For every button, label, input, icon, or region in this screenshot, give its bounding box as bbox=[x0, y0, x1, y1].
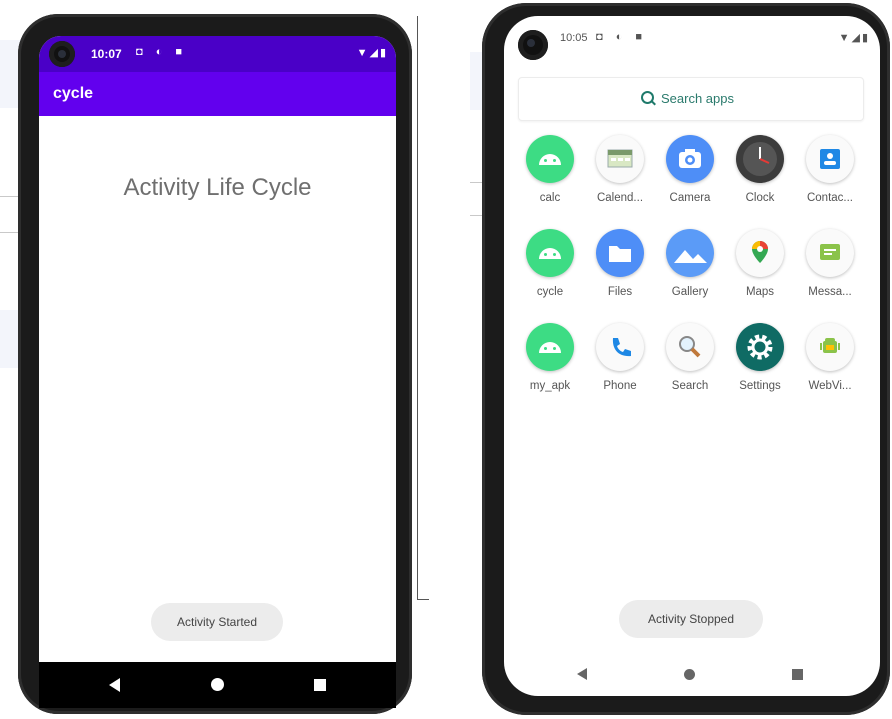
app-label: calc bbox=[539, 192, 561, 204]
toast-message: Activity Started bbox=[151, 603, 283, 641]
status-time: 10:05 bbox=[560, 32, 588, 44]
calendar-icon bbox=[596, 135, 644, 183]
app-calendar[interactable]: Calend... bbox=[587, 135, 653, 204]
maps-pin-icon bbox=[736, 229, 784, 277]
messages-icon bbox=[806, 229, 854, 277]
toast-message: Activity Stopped bbox=[619, 600, 763, 638]
app-label: WebVi... bbox=[808, 380, 852, 392]
app-clock[interactable]: Clock bbox=[727, 135, 793, 204]
app-label: Contac... bbox=[806, 192, 854, 204]
android-icon bbox=[526, 229, 574, 277]
app-webview[interactable]: WebVi... bbox=[797, 323, 863, 392]
home-icon[interactable] bbox=[211, 678, 224, 691]
left-phone-frame: 10:07 ◘ ◐ ■ ▼◢▮ cycle Activity Life Cycl… bbox=[18, 14, 412, 714]
gear-icon bbox=[736, 323, 784, 371]
app-messages[interactable]: Messa... bbox=[797, 229, 863, 298]
app-label: cycle bbox=[536, 286, 564, 298]
background-divider bbox=[417, 599, 429, 600]
app-label: Clock bbox=[745, 192, 775, 204]
app-files[interactable]: Files bbox=[587, 229, 653, 298]
magnifier-icon bbox=[666, 323, 714, 371]
app-label: Search bbox=[671, 380, 709, 392]
right-phone-screen: 10:05 ◘ ◐ ■ ▼◢▮ Search apps calc Calend.… bbox=[504, 16, 880, 696]
app-phone[interactable]: Phone bbox=[587, 323, 653, 392]
android-icon bbox=[526, 135, 574, 183]
app-label: Phone bbox=[603, 380, 637, 392]
wifi-signal-battery-icon: ▼◢▮ bbox=[356, 47, 388, 59]
background-divider bbox=[417, 16, 418, 600]
recents-icon[interactable] bbox=[792, 669, 803, 680]
app-gallery[interactable]: Gallery bbox=[657, 229, 723, 298]
clock-icon bbox=[736, 135, 784, 183]
phone-icon bbox=[596, 323, 644, 371]
notification-icons: ◘ ◐ ■ bbox=[136, 46, 188, 58]
app-settings[interactable]: Settings bbox=[727, 323, 793, 392]
app-camera[interactable]: Camera bbox=[657, 135, 723, 204]
camera-icon bbox=[666, 135, 714, 183]
navigation-bar bbox=[39, 662, 396, 708]
app-label: Files bbox=[607, 286, 633, 298]
notification-icons: ◘ ◐ ■ bbox=[596, 31, 648, 43]
app-contacts[interactable]: Contac... bbox=[797, 135, 863, 204]
gallery-icon bbox=[666, 229, 714, 277]
android-icon bbox=[526, 323, 574, 371]
status-bar: 10:07 ◘ ◐ ■ ▼◢▮ bbox=[39, 36, 396, 72]
app-label: Camera bbox=[669, 192, 711, 204]
app-label: Messa... bbox=[808, 286, 852, 298]
app-label: Settings bbox=[739, 380, 781, 392]
app-bar: cycle bbox=[39, 72, 396, 116]
right-phone-frame: 10:05 ◘ ◐ ■ ▼◢▮ Search apps calc Calend.… bbox=[482, 3, 890, 715]
status-bar: 10:05 ◘ ◐ ■ ▼◢▮ bbox=[504, 16, 880, 60]
front-camera-icon bbox=[49, 41, 75, 67]
search-icon bbox=[641, 91, 654, 104]
back-icon[interactable] bbox=[577, 668, 587, 680]
status-time: 10:07 bbox=[91, 47, 122, 61]
webview-icon bbox=[806, 323, 854, 371]
front-camera-icon bbox=[518, 30, 548, 60]
search-apps-bar[interactable]: Search apps bbox=[518, 77, 864, 121]
app-label: my_apk bbox=[529, 380, 571, 392]
app-search[interactable]: Search bbox=[657, 323, 723, 392]
background-divider bbox=[0, 196, 20, 197]
app-calc[interactable]: calc bbox=[517, 135, 583, 204]
home-icon[interactable] bbox=[684, 669, 695, 680]
left-phone-screen: 10:07 ◘ ◐ ■ ▼◢▮ cycle Activity Life Cycl… bbox=[39, 36, 396, 708]
app-title: cycle bbox=[53, 85, 94, 102]
search-placeholder: Search apps bbox=[661, 91, 734, 106]
app-label: Calend... bbox=[596, 192, 644, 204]
app-label: Maps bbox=[745, 286, 775, 298]
app-cycle[interactable]: cycle bbox=[517, 229, 583, 298]
back-icon[interactable] bbox=[109, 678, 120, 692]
background-divider bbox=[0, 232, 20, 233]
contacts-icon bbox=[806, 135, 854, 183]
app-my-apk[interactable]: my_apk bbox=[517, 323, 583, 392]
wifi-signal-battery-icon: ▼◢▮ bbox=[838, 32, 870, 44]
activity-heading: Activity Life Cycle bbox=[123, 174, 312, 201]
recents-icon[interactable] bbox=[314, 679, 326, 691]
folder-icon bbox=[596, 229, 644, 277]
app-label: Gallery bbox=[671, 286, 709, 298]
app-maps[interactable]: Maps bbox=[727, 229, 793, 298]
